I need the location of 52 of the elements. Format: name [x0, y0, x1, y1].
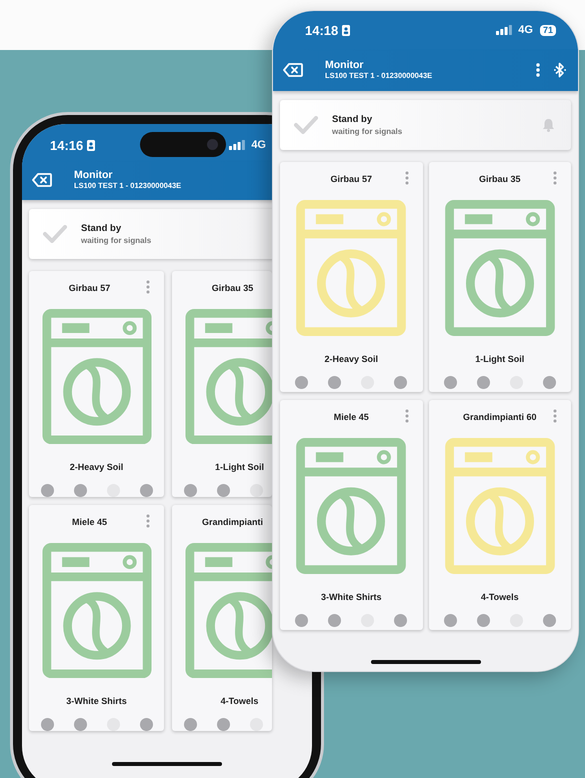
bell-icon[interactable] — [542, 118, 555, 132]
machine-card[interactable]: Grandimpianti 60 4-Towels — [428, 400, 571, 630]
check-icon — [294, 116, 318, 134]
screen-title: Monitor — [74, 169, 114, 181]
machine-name: Miele 45 — [72, 516, 108, 527]
machine-card[interactable]: Girbau 57 2-Heavy Soil — [29, 271, 164, 497]
signal-icon — [229, 140, 246, 150]
machine-card[interactable]: Miele 45 3-White Shirts — [280, 400, 422, 630]
status-message: waiting for signals — [81, 234, 152, 246]
status-message: waiting for signals — [332, 126, 404, 138]
network-label: 4G — [251, 139, 266, 151]
clock-time: 14:16 — [50, 138, 84, 152]
program-label: 1-Light Soil — [215, 462, 264, 472]
signal-icon — [496, 25, 512, 35]
more-icon[interactable] — [553, 409, 557, 423]
program-label: 4-Towels — [220, 696, 258, 706]
bluetooth-icon[interactable] — [554, 62, 566, 78]
machine-name: Grandimpianti 60 — [462, 412, 537, 422]
machine-card[interactable]: Grandimpianti 4-Towels — [172, 505, 272, 731]
more-icon[interactable] — [553, 171, 557, 185]
check-icon — [43, 225, 67, 243]
more-icon[interactable] — [146, 280, 150, 294]
backspace-icon[interactable] — [32, 173, 52, 187]
machine-name: Grandimpianti — [202, 516, 264, 527]
network-label: 4G — [518, 24, 533, 36]
status-title: Stand by — [332, 112, 374, 126]
menu-icon[interactable] — [536, 63, 540, 77]
machine-card[interactable]: Girbau 35 1-Light Soil — [428, 162, 571, 392]
id-card-icon — [87, 140, 96, 150]
machine-name: Girbau 35 — [478, 174, 520, 184]
program-label: 4-Towels — [480, 592, 519, 602]
screen-title: Monitor — [325, 59, 364, 71]
machine-card[interactable]: Girbau 57 2-Heavy Soil — [280, 162, 422, 392]
machine-name: Girbau 57 — [330, 174, 372, 184]
machine-name: Miele 45 — [334, 412, 369, 422]
more-icon[interactable] — [404, 171, 408, 185]
status-title: Stand by — [81, 222, 122, 234]
machine-card[interactable]: Girbau 35 1-Light Soil — [172, 271, 272, 497]
machine-name: Girbau 57 — [68, 282, 112, 293]
program-label: 2-Heavy Soil — [70, 462, 124, 472]
program-label: 3-White Shirts — [320, 592, 382, 602]
more-icon[interactable] — [404, 409, 408, 423]
program-label: 3-White Shirts — [66, 696, 127, 706]
id-card-icon — [342, 24, 350, 36]
battery-level: 71 — [540, 24, 556, 36]
program-label: 1-Light Soil — [475, 354, 524, 364]
machine-card[interactable]: Miele 45 3-White Shirts — [29, 505, 164, 731]
backspace-icon[interactable] — [283, 63, 303, 77]
program-label: 2-Heavy Soil — [324, 354, 378, 364]
machine-name: Girbau 35 — [212, 282, 254, 293]
clock-time: 14:18 — [305, 22, 338, 38]
more-icon[interactable] — [146, 514, 150, 528]
